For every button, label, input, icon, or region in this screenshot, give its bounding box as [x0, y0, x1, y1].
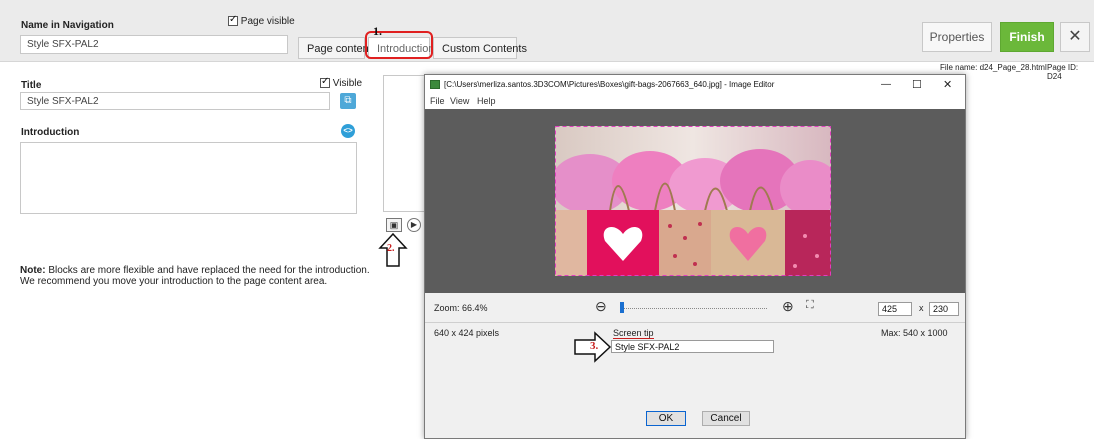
callout-number-2: 2.	[387, 243, 395, 254]
zoom-label: Zoom: 66.4%	[434, 303, 488, 313]
max-size-label: Max: 540 x 1000	[881, 328, 948, 338]
note-text: Note: Blocks are more flexible and have …	[20, 265, 370, 287]
insert-link-icon[interactable]: ⧉	[340, 93, 356, 109]
cancel-button[interactable]: Cancel	[702, 411, 750, 426]
app-icon	[430, 80, 440, 89]
gift-bags-image[interactable]	[555, 126, 831, 276]
dialog-close-button[interactable]: ✕	[943, 78, 952, 91]
tab-custom-contents[interactable]: Custom Contents	[433, 37, 527, 59]
image-canvas[interactable]	[425, 109, 965, 293]
zoom-slider-handle[interactable]	[620, 302, 624, 313]
code-icon[interactable]: <>	[341, 124, 355, 138]
image-editor-dialog: [C:\Users\merliza.santos.3D3COM\Pictures…	[424, 74, 966, 439]
tab-page-content[interactable]: Page content	[298, 37, 372, 59]
zoom-in-icon[interactable]: ⊕	[782, 298, 794, 315]
image-placeholder	[383, 75, 428, 212]
fit-to-screen-icon[interactable]: ⛶	[806, 299, 814, 312]
zoom-bar: Zoom: 66.4% ⊖ ⊕ ⛶ 425 x 230	[425, 293, 965, 323]
nav-name-label: Name in Navigation	[21, 20, 114, 31]
dialog-menu-bar: File View Help	[425, 95, 965, 109]
title-visible-checkbox[interactable]	[320, 76, 330, 89]
menu-file[interactable]: File	[430, 96, 445, 106]
introduction-textarea[interactable]	[20, 142, 357, 214]
menu-help[interactable]: Help	[477, 96, 496, 106]
image-pixel-size: 640 x 424 pixels	[434, 328, 500, 338]
ok-button[interactable]: OK	[646, 411, 686, 426]
dimension-separator: x	[919, 303, 924, 313]
height-input[interactable]: 230	[929, 302, 959, 316]
close-button[interactable]: ✕	[1060, 22, 1090, 52]
zoom-out-icon[interactable]: ⊖	[595, 298, 607, 315]
nav-name-input[interactable]: Style SFX-PAL2	[20, 35, 288, 54]
callout-number-1: 1.	[373, 24, 382, 38]
width-input[interactable]: 425	[878, 302, 912, 316]
title-input[interactable]: Style SFX-PAL2	[20, 92, 330, 110]
top-bar: Name in Navigation Page visible Style SF…	[0, 0, 1094, 62]
callout-number-3: 3.	[590, 340, 599, 352]
page-id-info: Page ID: D24	[1047, 63, 1079, 81]
finish-button[interactable]: Finish	[1000, 22, 1054, 52]
page-visible-checkbox[interactable]	[228, 14, 238, 27]
minimize-button[interactable]: —	[881, 79, 891, 90]
screen-tip-input[interactable]: Style SFX-PAL2	[611, 340, 774, 353]
dialog-title-bar: [C:\Users\merliza.santos.3D3COM\Pictures…	[425, 75, 965, 95]
note-line-2: We recommend you move your introduction …	[20, 276, 328, 287]
maximize-button[interactable]: ☐	[912, 78, 922, 91]
note-line-1: Blocks are more flexible and have replac…	[45, 265, 370, 276]
image-edit-icon[interactable]: ▣	[386, 218, 402, 232]
title-label: Title	[21, 80, 42, 91]
introduction-label: Introduction	[21, 127, 80, 138]
zoom-slider-track[interactable]	[621, 308, 767, 309]
menu-view[interactable]: View	[450, 96, 469, 106]
properties-button[interactable]: Properties	[922, 22, 992, 52]
page-visible-toggle[interactable]: Page visible	[228, 14, 295, 27]
note-bold: Note:	[20, 265, 46, 276]
page-visible-label: Page visible	[240, 16, 295, 27]
file-name-info: File name: d24_Page_28.html	[940, 63, 1047, 72]
title-visible-toggle[interactable]: Visible	[320, 76, 363, 89]
screen-tip-label: Screen tip	[613, 328, 654, 339]
title-visible-label: Visible	[332, 78, 363, 89]
dialog-title: [C:\Users\merliza.santos.3D3COM\Pictures…	[444, 80, 775, 89]
play-icon[interactable]: ▶	[407, 218, 421, 232]
